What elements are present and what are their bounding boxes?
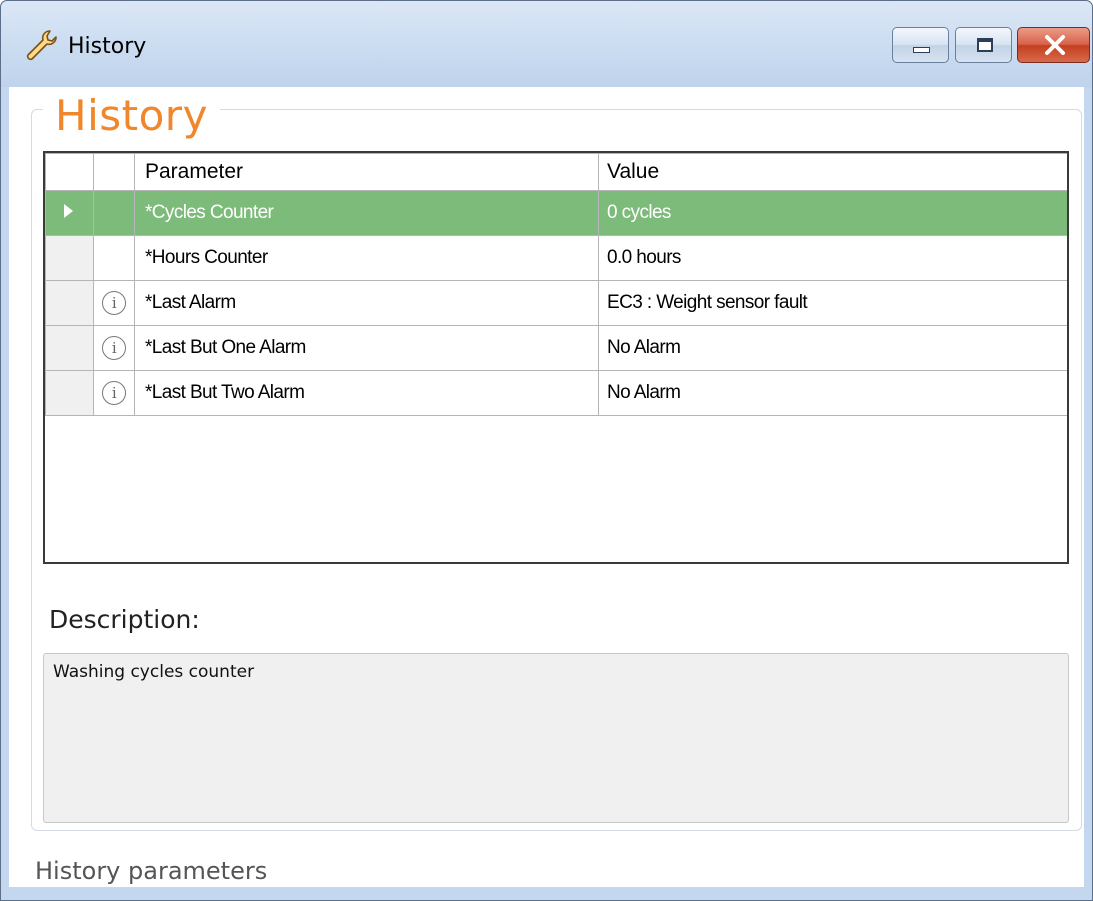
info-cell [93, 190, 135, 236]
table-row[interactable]: *Hours Counter 0.0 hours [45, 235, 1067, 281]
value-cell[interactable]: 0.0 hours [598, 235, 1067, 281]
groupbox-title: History [43, 89, 220, 143]
value-cell[interactable]: No Alarm [598, 370, 1067, 416]
parameter-cell[interactable]: *Last But One Alarm [134, 325, 599, 371]
title-bar[interactable]: History [1, 1, 1092, 87]
status-text: History parameters [35, 857, 268, 885]
column-header-parameter[interactable]: Parameter [134, 153, 599, 191]
info-icon[interactable]: i [102, 291, 126, 315]
info-icon[interactable]: i [102, 336, 126, 360]
window-title: History [68, 34, 147, 59]
column-header-value[interactable]: Value [598, 153, 1067, 191]
minimize-icon [913, 47, 930, 53]
row-header-corner [45, 153, 94, 191]
current-row-arrow-icon [64, 204, 73, 218]
row-header[interactable] [45, 235, 94, 281]
parameter-cell[interactable]: *Hours Counter [134, 235, 599, 281]
description-text: Washing cycles counter [53, 662, 255, 682]
info-icon[interactable]: i [102, 381, 126, 405]
table-row[interactable]: i *Last Alarm EC3 : Weight sensor fault [45, 280, 1067, 326]
close-button[interactable] [1017, 27, 1090, 63]
value-cell[interactable]: No Alarm [598, 325, 1067, 371]
maximize-button[interactable] [955, 27, 1012, 63]
row-header[interactable] [45, 280, 94, 326]
grid-header-row: Parameter Value [45, 153, 1067, 191]
info-column-header [93, 153, 135, 191]
info-cell [93, 235, 135, 281]
value-cell[interactable]: EC3 : Weight sensor fault [598, 280, 1067, 326]
minimize-button[interactable] [892, 27, 949, 63]
parameter-cell[interactable]: *Last Alarm [134, 280, 599, 326]
table-row[interactable]: i *Last But One Alarm No Alarm [45, 325, 1067, 371]
info-cell[interactable]: i [93, 325, 135, 371]
close-icon [1045, 35, 1065, 55]
client-area: History Parameter Value *Cycles Counter … [9, 87, 1084, 887]
table-row[interactable]: i *Last But Two Alarm No Alarm [45, 370, 1067, 416]
description-label: Description: [49, 605, 200, 634]
row-header[interactable] [45, 190, 94, 236]
value-cell[interactable]: 0 cycles [598, 190, 1067, 236]
info-cell[interactable]: i [93, 280, 135, 326]
history-window: History History Parameter Value *Cycles … [0, 0, 1093, 901]
row-header[interactable] [45, 325, 94, 371]
parameters-grid[interactable]: Parameter Value *Cycles Counter 0 cycles… [43, 151, 1069, 564]
row-header[interactable] [45, 370, 94, 416]
info-cell[interactable]: i [93, 370, 135, 416]
parameters-table: Parameter Value *Cycles Counter 0 cycles… [45, 153, 1067, 416]
description-box[interactable]: Washing cycles counter [43, 653, 1069, 823]
table-row[interactable]: *Cycles Counter 0 cycles [45, 190, 1067, 236]
wrench-icon [26, 30, 57, 61]
parameter-cell[interactable]: *Last But Two Alarm [134, 370, 599, 416]
maximize-icon [977, 38, 993, 52]
parameter-cell[interactable]: *Cycles Counter [134, 190, 599, 236]
